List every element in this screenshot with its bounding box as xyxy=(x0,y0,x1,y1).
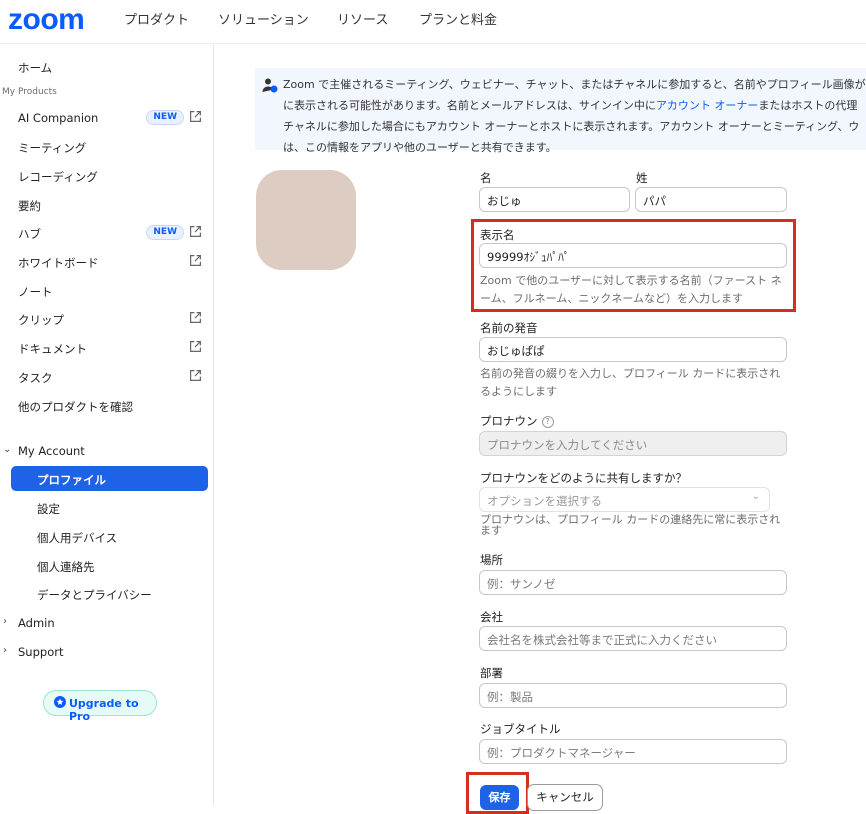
sidebar-item-label: ホーム xyxy=(18,61,53,75)
sidebar-item-whiteboard[interactable]: ホワイトボード xyxy=(0,250,214,274)
display-name-helper: Zoom で他のユーザーに対して表示する名前（ファースト ネ ーム、フルネーム、… xyxy=(480,274,782,305)
new-badge: NEW xyxy=(146,225,184,240)
sidebar-item-label: ホワイトボード xyxy=(18,256,99,270)
job-title-label: ジョブタイトル xyxy=(480,722,561,736)
sidebar-item-summary[interactable]: 要約 xyxy=(0,193,214,217)
sidebar-item-label: 設定 xyxy=(37,502,60,516)
chevron-down-icon: ⌄ xyxy=(751,491,760,502)
sidebar-item-home[interactable]: ホーム xyxy=(0,55,214,79)
sidebar-item-label: AI Companion xyxy=(18,111,99,125)
sidebar-item-label: ミーティング xyxy=(18,141,87,155)
upgrade-label: Upgrade to Pro xyxy=(69,697,139,723)
first-name-label: 名 xyxy=(480,171,492,185)
notice-line-3: チャネルに参加した場合にもアカウント オーナーとホストに表示されます。アカウント… xyxy=(283,120,860,133)
top-navigation: zoom プロダクト ソリューション リソース プランと料金 xyxy=(0,0,866,44)
sidebar-item-ai-companion[interactable]: AI Companion NEW xyxy=(0,106,214,130)
nav-resources[interactable]: リソース xyxy=(337,9,388,28)
sidebar-item-clips[interactable]: クリップ xyxy=(0,307,214,331)
sidebar-item-label: タスク xyxy=(18,371,53,385)
external-link-icon xyxy=(190,312,201,323)
nav-products[interactable]: プロダクト xyxy=(124,9,189,28)
pronunciation-helper: 名前の発音の綴りを入力し、プロフィール カードに表示され るようにします xyxy=(480,367,781,398)
save-button[interactable]: 保存 xyxy=(480,785,519,810)
department-input[interactable]: 例：製品 xyxy=(479,683,787,708)
star-icon xyxy=(54,696,66,708)
new-badge: NEW xyxy=(146,110,184,125)
chevron-down-icon: ⌄ xyxy=(3,444,12,455)
pronoun-input[interactable]: プロナウンを入力してください xyxy=(479,431,787,456)
pronunciation-input[interactable]: おじゅぱぱ xyxy=(479,337,787,362)
pronoun-share-select[interactable]: オプションを選択する ⌄ xyxy=(479,487,770,512)
profile-avatar[interactable] xyxy=(256,170,356,270)
notice-line-4: は、この情報をアプリや他のユーザーと共有できます。 xyxy=(283,141,557,154)
display-name-input[interactable]: 99999ｵｼﾞｭﾊﾟﾊﾟ xyxy=(479,243,787,268)
location-input[interactable]: 例：サンノゼ xyxy=(479,570,787,595)
chevron-right-icon: › xyxy=(3,645,7,656)
pronoun-share-label: プロナウンをどのように共有しますか？ xyxy=(480,471,687,485)
help-icon[interactable]: ? xyxy=(541,415,554,428)
sidebar-item-hub[interactable]: ハブ NEW xyxy=(0,221,214,245)
notice-line-2: に表示される可能性があります。名前とメールアドレスは、サインイン中にアカウント … xyxy=(283,99,858,112)
department-label: 部署 xyxy=(480,666,503,680)
external-link-icon xyxy=(190,111,201,122)
sidebar-item-personal-devices[interactable]: 個人用デバイス xyxy=(0,525,214,549)
zoom-logo[interactable]: zoom xyxy=(8,3,85,37)
sidebar-item-label: プロファイル xyxy=(37,473,106,487)
external-link-icon xyxy=(190,341,201,352)
sidebar-item-label: 他のプロダクトを確認 xyxy=(18,400,133,414)
external-link-icon xyxy=(190,370,201,381)
sidebar-item-support[interactable]: › Support xyxy=(0,640,214,664)
sidebar-item-label: My Account xyxy=(18,444,85,458)
pronoun-label: プロナウン? xyxy=(480,413,554,429)
last-name-input[interactable]: パパ xyxy=(635,187,787,212)
sidebar-item-profile[interactable]: プロファイル xyxy=(11,466,208,491)
sidebar-item-label: 個人用デバイス xyxy=(37,531,118,545)
notice-line-1: Zoom で主催されるミーティング、ウェビナー、チャット、またはチャネルに参加す… xyxy=(283,78,866,91)
sidebar-item-notes[interactable]: ノート xyxy=(0,279,214,303)
display-name-label: 表示名 xyxy=(480,228,515,242)
sidebar-item-other-products[interactable]: 他のプロダクトを確認 xyxy=(0,394,214,418)
pronoun-share-value: オプションを選択する xyxy=(487,494,602,508)
sidebar: ホーム My Products AI Companion NEW ミーティング … xyxy=(0,45,214,805)
job-title-input[interactable]: 例：プロダクトマネージャー xyxy=(479,739,787,764)
company-label: 会社 xyxy=(480,610,503,624)
sidebar-item-label: データとプライバシー xyxy=(37,588,152,602)
last-name-label: 姓 xyxy=(636,171,648,185)
sidebar-item-tasks[interactable]: タスク xyxy=(0,365,214,389)
sidebar-item-recordings[interactable]: レコーディング xyxy=(0,164,214,188)
sidebar-item-label: ノート xyxy=(18,285,53,299)
sidebar-item-label: ドキュメント xyxy=(18,342,87,356)
sidebar-item-label: ハブ xyxy=(18,227,41,241)
pronoun-share-helper: プロナウンは、プロフィール カードの連絡先に常に表示され ます xyxy=(480,513,781,537)
external-link-icon xyxy=(190,255,201,266)
sidebar-item-label: 個人連絡先 xyxy=(37,560,95,574)
privacy-notice: Zoom で主催されるミーティング、ウェビナー、チャット、またはチャネルに参加す… xyxy=(255,68,866,154)
nav-solutions[interactable]: ソリューション xyxy=(218,9,309,28)
sidebar-item-settings[interactable]: 設定 xyxy=(0,496,214,520)
sidebar-item-label: レコーディング xyxy=(18,170,98,184)
chevron-right-icon: › xyxy=(3,616,7,627)
sidebar-item-admin[interactable]: › Admin xyxy=(0,611,214,635)
upgrade-to-pro-button[interactable]: Upgrade to Pro xyxy=(43,690,157,723)
user-info-icon xyxy=(262,78,278,93)
sidebar-section-my-products: My Products xyxy=(2,87,57,97)
sidebar-item-meetings[interactable]: ミーティング xyxy=(0,135,214,159)
sidebar-item-personal-contacts[interactable]: 個人連絡先 xyxy=(0,554,214,578)
company-input[interactable]: 会社名を株式会社等まで正式に入力ください xyxy=(479,626,787,651)
sidebar-item-docs[interactable]: ドキュメント xyxy=(0,336,214,360)
sidebar-item-data-privacy[interactable]: データとプライバシー xyxy=(0,582,214,606)
sidebar-item-label: クリップ xyxy=(18,313,64,327)
account-owner-link[interactable]: アカウント オーナー xyxy=(656,99,759,112)
location-label: 場所 xyxy=(480,553,503,567)
pronunciation-label: 名前の発音 xyxy=(480,321,538,335)
first-name-input[interactable]: おじゅ xyxy=(479,187,630,212)
nav-plans-pricing[interactable]: プランと料金 xyxy=(419,9,497,28)
cancel-button[interactable]: キャンセル xyxy=(527,784,603,811)
sidebar-item-label: Support xyxy=(18,645,64,659)
external-link-icon xyxy=(190,226,201,237)
sidebar-item-label: 要約 xyxy=(18,199,41,213)
sidebar-item-label: Admin xyxy=(18,616,55,630)
sidebar-item-my-account[interactable]: ⌄ My Account xyxy=(0,439,214,463)
